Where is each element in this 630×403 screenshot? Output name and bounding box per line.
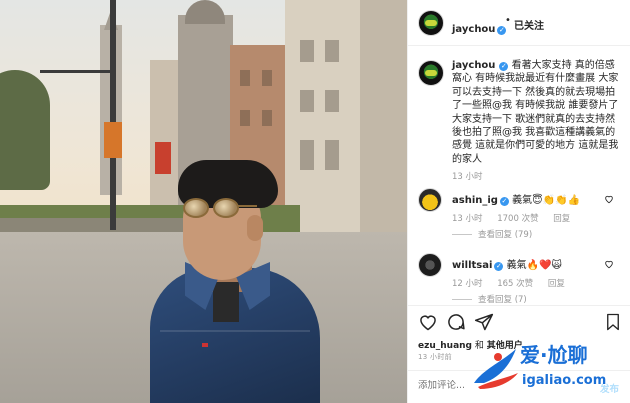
post-actions-bar <box>408 305 630 339</box>
jacket-tag <box>202 343 208 347</box>
photo-building-shadow <box>360 0 407 245</box>
photo-window <box>240 70 250 86</box>
header-separator: • <box>505 15 511 26</box>
comment-emoji: 🔥❤️🙀 <box>526 260 562 271</box>
caption-author-avatar[interactable] <box>418 60 444 86</box>
comment-time[interactable]: 12 小时 <box>452 279 483 289</box>
caption-time: 13 小时 <box>452 172 483 182</box>
comment-username[interactable]: willtsai <box>452 260 492 271</box>
bookmark-icon[interactable] <box>604 312 622 332</box>
site-watermark: 爱·尬聊 igaliao.com <box>470 335 630 397</box>
verified-badge-icon: ✓ <box>494 262 504 271</box>
comment-meta: 13 小时 1700 次赞 回复 <box>452 212 582 224</box>
comment-emoji: 😇👏👏👍 <box>532 195 580 206</box>
jacket-seam <box>160 330 310 332</box>
follow-status-button[interactable]: 已关注 <box>514 17 544 32</box>
comment-username[interactable]: ashin_ig <box>452 195 498 206</box>
post-photo[interactable] <box>0 0 407 403</box>
photo-lamp-post <box>110 0 116 230</box>
comment-reply-button[interactable]: 回复 <box>553 214 570 224</box>
view-replies-button[interactable]: 查看回复 (79) <box>478 228 532 240</box>
verified-badge-icon: ✓ <box>499 197 509 206</box>
photo-window <box>240 110 250 126</box>
comment-likes[interactable]: 165 次赞 <box>497 279 533 289</box>
author-name-wrap: jaychou ✓ <box>452 17 507 36</box>
watermark-title: 爱·尬聊 <box>520 343 588 367</box>
watermark-url: igaliao.com <box>522 373 607 388</box>
verified-badge-icon: ✓ <box>497 26 507 35</box>
comment: ashin_ig ✓ 義氣😇👏👏👍 <box>452 191 580 206</box>
comment-meta: 12 小时 165 次赞 回复 <box>452 277 577 289</box>
photo-window <box>262 70 272 86</box>
person-ear <box>247 215 263 241</box>
post-timestamp: 13 小时前 <box>418 353 452 361</box>
comment-bubble-icon[interactable] <box>446 312 466 332</box>
photo-window <box>300 40 314 62</box>
sunglasses-lens-right <box>213 198 239 218</box>
commenter-avatar[interactable] <box>418 188 442 212</box>
comment-like-heart-icon[interactable] <box>604 259 614 269</box>
photo-tree <box>0 70 50 190</box>
photo-window <box>300 90 314 112</box>
comment-like-heart-icon[interactable] <box>604 194 614 204</box>
post-header: jaychou ✓ • 已关注 <box>408 0 630 46</box>
paper-plane-icon[interactable] <box>474 312 494 332</box>
comment-text: 義氣 <box>512 195 533 206</box>
photo-sign-red <box>155 142 171 174</box>
photo-window <box>300 140 314 170</box>
comment-likes[interactable]: 1700 次赞 <box>497 214 538 224</box>
sunglasses-lens-left <box>183 198 209 218</box>
author-username[interactable]: jaychou <box>452 24 495 35</box>
view-replies-button[interactable]: 查看回复 (7) <box>478 293 527 305</box>
photo-window <box>262 110 272 126</box>
caption-username[interactable]: jaychou <box>452 60 495 71</box>
comment-text: 義氣 <box>506 260 527 271</box>
commenter-avatar[interactable] <box>418 253 442 277</box>
heart-icon[interactable] <box>418 312 438 332</box>
post-caption: jaychou ✓ 看著大家支持 真的倍感窩心 有時候我說最近有什麼畫展 大家可以… <box>452 59 620 166</box>
photo-window <box>325 90 339 112</box>
verified-badge-icon: ✓ <box>499 62 509 71</box>
photo-window <box>325 40 339 62</box>
photo-window <box>325 140 339 170</box>
author-avatar[interactable] <box>418 10 444 36</box>
photo-sign-orange <box>104 122 122 158</box>
likes-user[interactable]: ezu_huang <box>418 341 472 351</box>
sunglasses-arm <box>237 205 257 207</box>
photo-lamp-arm <box>40 70 115 73</box>
person-shirt <box>213 282 239 322</box>
caption-text: 看著大家支持 真的倍感窩心 有時候我說最近有什麼畫展 大家可以去支持一下 然後真… <box>452 60 619 165</box>
comment-reply-button[interactable]: 回复 <box>548 279 565 289</box>
comment-time[interactable]: 13 小时 <box>452 214 483 224</box>
watermark-logo-icon <box>474 349 518 389</box>
comment: willtsai ✓ 義氣🔥❤️🙀 <box>452 256 562 271</box>
